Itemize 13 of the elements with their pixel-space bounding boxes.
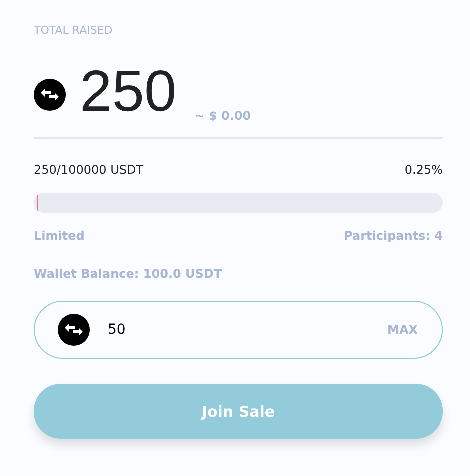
amount-field[interactable]: 50 MAX bbox=[34, 301, 443, 359]
max-button[interactable]: MAX bbox=[388, 323, 418, 337]
swap-icon bbox=[58, 314, 90, 346]
participants-count: Participants: 4 bbox=[344, 229, 443, 243]
wallet-balance: Wallet Balance: 100.0 USDT bbox=[34, 267, 222, 281]
join-sale-button[interactable]: Join Sale bbox=[34, 384, 443, 439]
raised-progress-text: 250/100000 USDT bbox=[34, 163, 144, 177]
limit-label: Limited bbox=[34, 229, 85, 243]
percent-text: 0.25% bbox=[404, 163, 443, 177]
total-raised-label: TOTAL RAISED bbox=[34, 24, 114, 37]
total-amount: 250 bbox=[80, 63, 177, 121]
usd-value: ~ $ 0.00 bbox=[194, 109, 252, 123]
swap-icon bbox=[34, 79, 66, 111]
